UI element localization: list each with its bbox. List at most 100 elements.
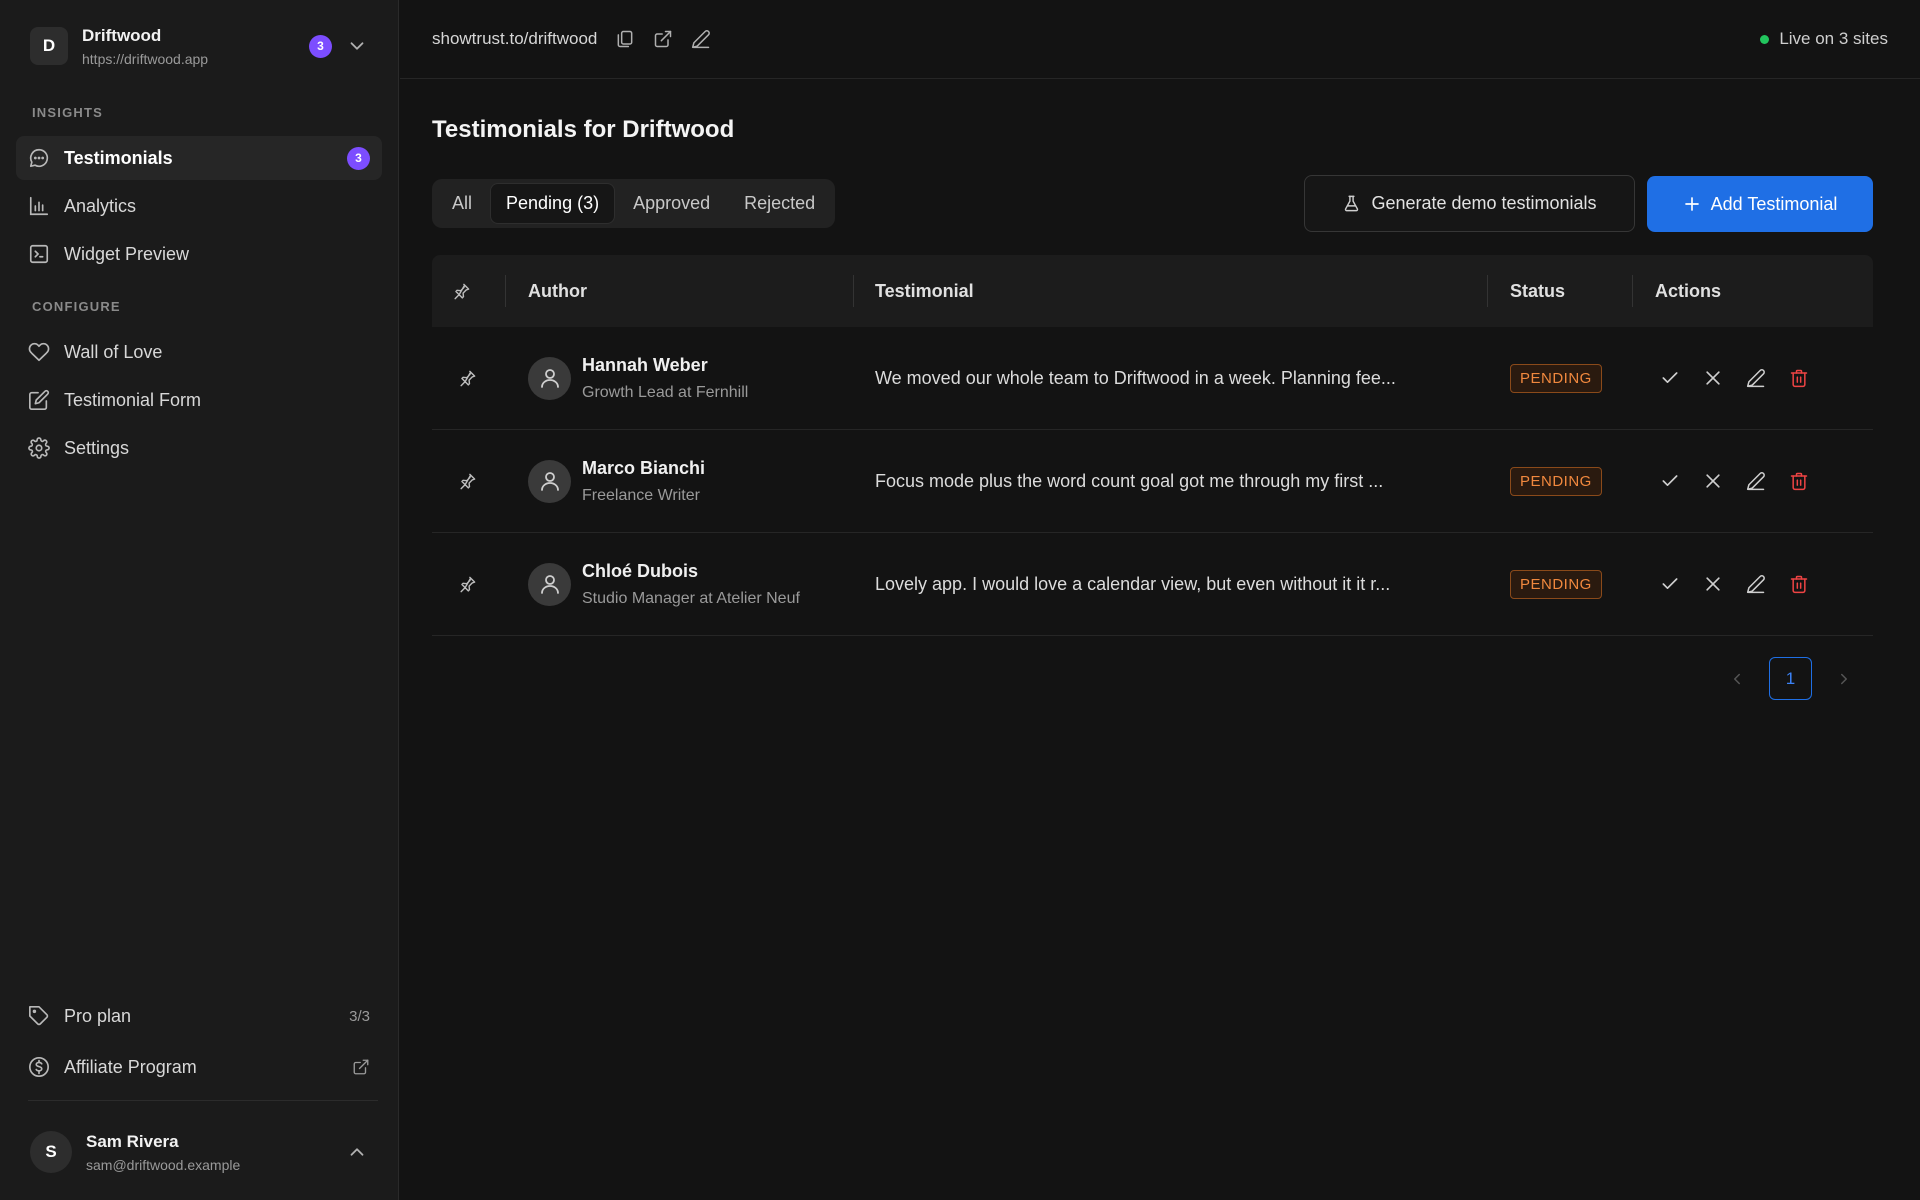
add-testimonial-button[interactable]: Add Testimonial (1647, 176, 1873, 232)
public-url: showtrust.to/driftwood (432, 29, 598, 48)
generate-demo-label: Generate demo testimonials (1371, 193, 1597, 213)
pin-icon (454, 283, 470, 299)
column-separator (1632, 275, 1633, 307)
delete-trash-icon[interactable] (1789, 368, 1809, 388)
generate-demo-button[interactable]: Generate demo testimonials (1304, 175, 1635, 232)
pin-icon[interactable] (458, 472, 477, 491)
tab-pending[interactable]: Pending (3) (491, 184, 615, 223)
section-label-insights: INSIGHTS (32, 105, 103, 120)
section-label-configure: CONFIGURE (32, 299, 121, 314)
external-link-icon[interactable] (653, 29, 673, 49)
testimonial-column-header[interactable]: Testimonial (875, 255, 974, 327)
dollar-circle-icon (29, 1057, 49, 1077)
tab-rejected[interactable]: Rejected (729, 184, 830, 223)
pin-column-header[interactable] (452, 255, 471, 327)
avatar (528, 562, 571, 606)
table-row[interactable]: Hannah Weber Growth Lead at Fernhill We … (432, 327, 1873, 430)
chevron-left-icon[interactable] (1728, 670, 1746, 688)
sidebar-item-widget-preview[interactable]: Widget Preview (16, 232, 382, 276)
reject-x-icon[interactable] (1703, 471, 1723, 491)
testimonial-text: We moved our whole team to Driftwood in … (875, 367, 1396, 388)
bar-chart-icon (29, 196, 49, 216)
user-icon (540, 575, 559, 594)
author-name: Chloé Dubois (582, 560, 698, 581)
workspace-avatar: D (30, 27, 68, 65)
table-row[interactable]: Marco Bianchi Freelance Writer Focus mod… (432, 430, 1873, 533)
user-icon (540, 369, 559, 388)
author-role: Studio Manager at Atelier Neuf (582, 589, 800, 607)
tab-all[interactable]: All (437, 184, 487, 223)
add-testimonial-label: Add Testimonial (1710, 193, 1838, 214)
delete-trash-icon[interactable] (1789, 471, 1809, 491)
avatar (528, 459, 571, 503)
plan-usage: 3/3 (349, 1007, 370, 1025)
status-column-header[interactable]: Status (1510, 255, 1565, 327)
status-tabs: All Pending (3) Approved Rejected (432, 179, 836, 228)
page-number-current[interactable]: 1 (1769, 657, 1812, 700)
pagination: 1 (1728, 657, 1853, 700)
reject-x-icon[interactable] (1703, 574, 1723, 594)
live-status-text: Live on 3 sites (1779, 29, 1888, 48)
workspace-switcher[interactable]: D Driftwood https://driftwood.app 3 (16, 16, 382, 76)
live-status-dot (1760, 34, 1770, 44)
sidebar-item-label: Pro plan (64, 1005, 132, 1026)
approve-check-icon[interactable] (1660, 471, 1680, 491)
testimonials-count-badge: 3 (347, 146, 370, 170)
approve-check-icon[interactable] (1660, 368, 1680, 388)
approve-check-icon[interactable] (1660, 574, 1680, 594)
external-link-icon (353, 1059, 369, 1075)
sidebar-item-wall-of-love[interactable]: Wall of Love (16, 330, 382, 374)
topbar: showtrust.to/driftwood Live on 3 sites (400, 0, 1920, 79)
sidebar-item-settings[interactable]: Settings (16, 426, 382, 470)
edit-pencil-icon[interactable] (1746, 368, 1766, 388)
sidebar-item-label: Affiliate Program (64, 1056, 197, 1077)
sidebar-item-testimonial-form[interactable]: Testimonial Form (16, 378, 382, 422)
plus-icon (1684, 197, 1699, 211)
tab-approved[interactable]: Approved (618, 184, 725, 223)
testimonial-text: Focus mode plus the word count goal got … (875, 470, 1384, 491)
sidebar-item-affiliate-program[interactable]: Affiliate Program (16, 1045, 382, 1089)
delete-trash-icon[interactable] (1789, 574, 1809, 594)
sidebar-item-pro-plan[interactable]: Pro plan 3/3 (16, 994, 382, 1038)
status-badge: PENDING (1510, 466, 1602, 496)
copy-icon[interactable] (615, 29, 635, 49)
tag-icon (29, 1006, 49, 1026)
heart-icon (28, 342, 50, 362)
chevron-right-icon[interactable] (1835, 670, 1853, 688)
terminal-icon (29, 244, 49, 264)
status-badge: PENDING (1510, 569, 1602, 599)
column-separator (505, 275, 506, 307)
table-row[interactable]: Chloé Dubois Studio Manager at Atelier N… (432, 533, 1873, 636)
pin-icon[interactable] (458, 369, 477, 388)
workspace-url: https://driftwood.app (82, 50, 209, 67)
edit-pencil-icon[interactable] (1746, 574, 1766, 594)
pin-icon[interactable] (458, 575, 477, 594)
table-header: Author Testimonial Status Actions (432, 255, 1873, 327)
chevron-up-icon (350, 1148, 364, 1156)
chat-bubble-icon (29, 148, 49, 168)
workspace-name: Driftwood (82, 25, 162, 45)
author-role: Growth Lead at Fernhill (582, 383, 749, 401)
sidebar: D Driftwood https://driftwood.app 3 INSI… (0, 0, 399, 1200)
avatar (528, 356, 571, 400)
author-name: Hannah Weber (582, 354, 708, 375)
author-role: Freelance Writer (582, 486, 700, 504)
reject-x-icon[interactable] (1703, 368, 1723, 388)
author-column-header[interactable]: Author (528, 255, 587, 327)
actions-column-header: Actions (1655, 280, 1722, 301)
workspace-badge: 3 (309, 34, 332, 58)
author-name: Marco Bianchi (582, 457, 706, 478)
sidebar-item-analytics[interactable]: Analytics (16, 184, 382, 228)
sidebar-item-label: Settings (64, 437, 130, 458)
pencil-icon[interactable] (691, 29, 711, 49)
user-menu[interactable]: S Sam Rivera sam@driftwood.example (16, 1120, 382, 1184)
avatar: S (30, 1131, 72, 1173)
testimonials-table: Author Testimonial Status Actions Hannah… (432, 255, 1873, 636)
sidebar-item-testimonials[interactable]: Testimonials 3 (16, 136, 382, 180)
gear-icon (28, 437, 50, 459)
column-separator (853, 275, 854, 307)
page-title: Testimonials for Driftwood (432, 116, 735, 143)
edit-pencil-icon[interactable] (1746, 471, 1766, 491)
sidebar-item-label: Testimonial Form (64, 389, 202, 410)
sidebar-item-label: Analytics (64, 195, 137, 216)
